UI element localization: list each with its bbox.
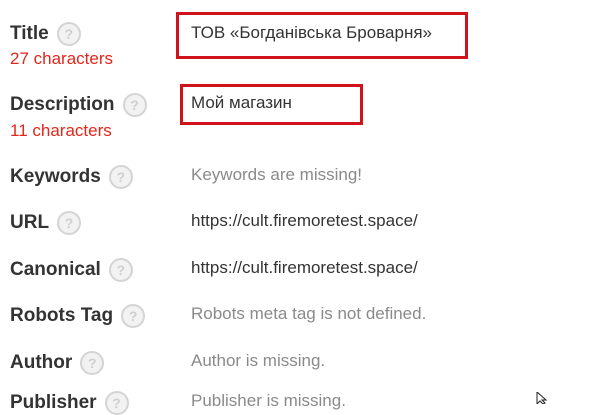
help-icon[interactable]: ? — [122, 93, 147, 117]
help-icon[interactable]: ? — [56, 22, 81, 46]
robots-tag-label-wrap: Robots Tag ? — [10, 304, 146, 328]
help-icon[interactable]: ? — [80, 351, 105, 375]
url-value: https://cult.firemoretest.space/ — [191, 211, 418, 230]
help-icon[interactable]: ? — [104, 391, 129, 415]
title-label: Title — [10, 23, 49, 44]
keywords-label-wrap: Keywords ? — [10, 165, 133, 189]
help-icon[interactable]: ? — [57, 211, 82, 235]
description-label-wrap: Description ? — [10, 93, 147, 117]
author-label: Author — [10, 352, 73, 373]
url-label-wrap: URL ? — [10, 211, 82, 235]
help-icon[interactable]: ? — [108, 258, 133, 282]
mouse-cursor-icon — [536, 392, 548, 404]
canonical-label: Canonical — [10, 259, 101, 280]
publisher-label-wrap: Publisher ? — [10, 391, 129, 415]
description-label: Description — [10, 94, 115, 115]
description-value: Мой магазин — [191, 93, 292, 112]
robots-tag-label: Robots Tag — [10, 305, 114, 326]
url-label: URL — [10, 212, 50, 233]
publisher-value: Publisher is missing. — [191, 391, 346, 410]
title-character-count: 27 characters — [10, 49, 113, 68]
author-value: Author is missing. — [191, 351, 326, 370]
author-label-wrap: Author ? — [10, 351, 105, 375]
title-label-wrap: Title ? — [10, 22, 81, 46]
keywords-label: Keywords — [10, 166, 101, 187]
canonical-label-wrap: Canonical ? — [10, 258, 133, 282]
robots-tag-value: Robots meta tag is not defined. — [191, 304, 427, 323]
help-icon[interactable]: ? — [121, 304, 146, 328]
help-icon[interactable]: ? — [108, 165, 133, 189]
canonical-value: https://cult.firemoretest.space/ — [191, 258, 418, 277]
title-value: ТОВ «Богданівська Броварня» — [191, 23, 432, 42]
keywords-value: Keywords are missing! — [191, 165, 363, 184]
description-character-count: 11 characters — [10, 121, 112, 140]
publisher-label: Publisher — [10, 392, 97, 413]
